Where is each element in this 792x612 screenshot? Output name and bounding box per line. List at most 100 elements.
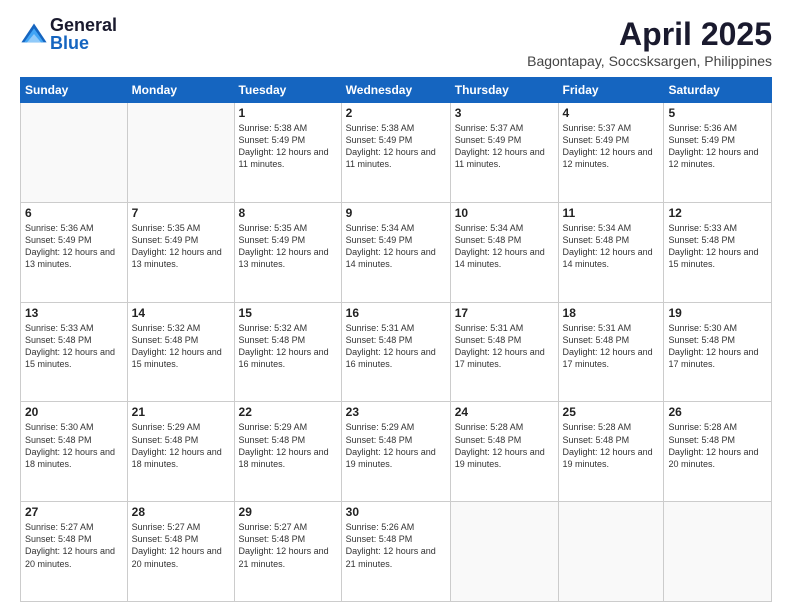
day-number: 6 [25, 206, 123, 220]
calendar-cell [127, 103, 234, 203]
month-title: April 2025 [527, 16, 772, 53]
day-info: Sunrise: 5:30 AM Sunset: 5:48 PM Dayligh… [25, 421, 123, 470]
page: General Blue April 2025 Bagontapay, Socc… [0, 0, 792, 612]
day-info: Sunrise: 5:30 AM Sunset: 5:48 PM Dayligh… [668, 322, 767, 371]
calendar-cell [450, 502, 558, 602]
day-info: Sunrise: 5:31 AM Sunset: 5:48 PM Dayligh… [455, 322, 554, 371]
calendar-cell: 22 Sunrise: 5:29 AM Sunset: 5:48 PM Dayli… [234, 402, 341, 502]
day-info: Sunrise: 5:35 AM Sunset: 5:49 PM Dayligh… [132, 222, 230, 271]
day-info: Sunrise: 5:32 AM Sunset: 5:48 PM Dayligh… [132, 322, 230, 371]
day-info: Sunrise: 5:35 AM Sunset: 5:49 PM Dayligh… [239, 222, 337, 271]
calendar-cell: 23 Sunrise: 5:29 AM Sunset: 5:48 PM Dayli… [341, 402, 450, 502]
day-info: Sunrise: 5:37 AM Sunset: 5:49 PM Dayligh… [455, 122, 554, 171]
day-info: Sunrise: 5:36 AM Sunset: 5:49 PM Dayligh… [25, 222, 123, 271]
day-number: 24 [455, 405, 554, 419]
col-monday: Monday [127, 78, 234, 103]
calendar-cell [664, 502, 772, 602]
logo-text: General Blue [50, 16, 117, 52]
header-row: Sunday Monday Tuesday Wednesday Thursday… [21, 78, 772, 103]
day-number: 15 [239, 306, 337, 320]
calendar-cell: 28Sunrise: 5:27 AM Sunset: 5:48 PM Dayli… [127, 502, 234, 602]
calendar-cell: 14 Sunrise: 5:32 AM Sunset: 5:48 PM Dayli… [127, 302, 234, 402]
calendar-week-2: 6 Sunrise: 5:36 AM Sunset: 5:49 PM Daylig… [21, 202, 772, 302]
day-info: Sunrise: 5:28 AM Sunset: 5:48 PM Dayligh… [455, 421, 554, 470]
calendar-cell: 20Sunrise: 5:30 AM Sunset: 5:48 PM Dayli… [21, 402, 128, 502]
day-info: Sunrise: 5:27 AM Sunset: 5:48 PM Dayligh… [25, 521, 123, 570]
calendar-cell [21, 103, 128, 203]
day-info: Sunrise: 5:29 AM Sunset: 5:48 PM Dayligh… [132, 421, 230, 470]
calendar-cell: 1 Sunrise: 5:38 AM Sunset: 5:49 PM Daylig… [234, 103, 341, 203]
day-number: 4 [563, 106, 660, 120]
day-number: 8 [239, 206, 337, 220]
day-number: 21 [132, 405, 230, 419]
day-info: Sunrise: 5:34 AM Sunset: 5:49 PM Dayligh… [346, 222, 446, 271]
col-sunday: Sunday [21, 78, 128, 103]
calendar-table: Sunday Monday Tuesday Wednesday Thursday… [20, 77, 772, 602]
calendar-cell: 30Sunrise: 5:26 AM Sunset: 5:48 PM Dayli… [341, 502, 450, 602]
day-info: Sunrise: 5:38 AM Sunset: 5:49 PM Dayligh… [239, 122, 337, 171]
col-wednesday: Wednesday [341, 78, 450, 103]
calendar-cell: 3 Sunrise: 5:37 AM Sunset: 5:49 PM Daylig… [450, 103, 558, 203]
calendar-cell: 10 Sunrise: 5:34 AM Sunset: 5:48 PM Dayli… [450, 202, 558, 302]
day-number: 28 [132, 505, 230, 519]
header: General Blue April 2025 Bagontapay, Socc… [20, 16, 772, 69]
day-number: 27 [25, 505, 123, 519]
calendar-week-3: 13Sunrise: 5:33 AM Sunset: 5:48 PM Dayli… [21, 302, 772, 402]
calendar-cell: 27 Sunrise: 5:27 AM Sunset: 5:48 PM Dayli… [21, 502, 128, 602]
calendar-cell: 9 Sunrise: 5:34 AM Sunset: 5:49 PM Daylig… [341, 202, 450, 302]
day-info: Sunrise: 5:26 AM Sunset: 5:48 PM Dayligh… [346, 521, 446, 570]
logo-general: General [50, 16, 117, 34]
day-info: Sunrise: 5:34 AM Sunset: 5:48 PM Dayligh… [563, 222, 660, 271]
day-info: Sunrise: 5:37 AM Sunset: 5:49 PM Dayligh… [563, 122, 660, 171]
day-info: Sunrise: 5:34 AM Sunset: 5:48 PM Dayligh… [455, 222, 554, 271]
day-number: 26 [668, 405, 767, 419]
col-friday: Friday [558, 78, 664, 103]
day-info: Sunrise: 5:31 AM Sunset: 5:48 PM Dayligh… [563, 322, 660, 371]
calendar-cell: 7Sunrise: 5:35 AM Sunset: 5:49 PM Daylig… [127, 202, 234, 302]
calendar-week-1: 1 Sunrise: 5:38 AM Sunset: 5:49 PM Daylig… [21, 103, 772, 203]
calendar-header: Sunday Monday Tuesday Wednesday Thursday… [21, 78, 772, 103]
calendar-cell: 17 Sunrise: 5:31 AM Sunset: 5:48 PM Dayli… [450, 302, 558, 402]
day-number: 5 [668, 106, 767, 120]
day-info: Sunrise: 5:36 AM Sunset: 5:49 PM Dayligh… [668, 122, 767, 171]
day-info: Sunrise: 5:31 AM Sunset: 5:48 PM Dayligh… [346, 322, 446, 371]
calendar-cell: 15 Sunrise: 5:32 AM Sunset: 5:48 PM Dayli… [234, 302, 341, 402]
title-section: April 2025 Bagontapay, Soccsksargen, Phi… [527, 16, 772, 69]
day-info: Sunrise: 5:29 AM Sunset: 5:48 PM Dayligh… [346, 421, 446, 470]
calendar-cell: 19Sunrise: 5:30 AM Sunset: 5:48 PM Dayli… [664, 302, 772, 402]
calendar-cell: 11Sunrise: 5:34 AM Sunset: 5:48 PM Dayli… [558, 202, 664, 302]
calendar-cell: 21 Sunrise: 5:29 AM Sunset: 5:48 PM Dayli… [127, 402, 234, 502]
calendar-cell: 8 Sunrise: 5:35 AM Sunset: 5:49 PM Daylig… [234, 202, 341, 302]
calendar-cell: 2 Sunrise: 5:38 AM Sunset: 5:49 PM Daylig… [341, 103, 450, 203]
day-number: 29 [239, 505, 337, 519]
day-number: 12 [668, 206, 767, 220]
day-info: Sunrise: 5:27 AM Sunset: 5:48 PM Dayligh… [239, 521, 337, 570]
calendar-week-4: 20Sunrise: 5:30 AM Sunset: 5:48 PM Dayli… [21, 402, 772, 502]
day-number: 23 [346, 405, 446, 419]
day-number: 18 [563, 306, 660, 320]
day-number: 1 [239, 106, 337, 120]
calendar-cell: 25 Sunrise: 5:28 AM Sunset: 5:48 PM Dayli… [558, 402, 664, 502]
day-info: Sunrise: 5:33 AM Sunset: 5:48 PM Dayligh… [25, 322, 123, 371]
logo-blue: Blue [50, 34, 117, 52]
day-number: 14 [132, 306, 230, 320]
day-info: Sunrise: 5:32 AM Sunset: 5:48 PM Dayligh… [239, 322, 337, 371]
col-tuesday: Tuesday [234, 78, 341, 103]
day-info: Sunrise: 5:28 AM Sunset: 5:48 PM Dayligh… [563, 421, 660, 470]
day-number: 17 [455, 306, 554, 320]
day-number: 9 [346, 206, 446, 220]
day-info: Sunrise: 5:38 AM Sunset: 5:49 PM Dayligh… [346, 122, 446, 171]
location-subtitle: Bagontapay, Soccsksargen, Philippines [527, 53, 772, 69]
day-info: Sunrise: 5:29 AM Sunset: 5:48 PM Dayligh… [239, 421, 337, 470]
calendar-cell: 12Sunrise: 5:33 AM Sunset: 5:48 PM Dayli… [664, 202, 772, 302]
day-number: 25 [563, 405, 660, 419]
calendar-cell: 6 Sunrise: 5:36 AM Sunset: 5:49 PM Daylig… [21, 202, 128, 302]
col-saturday: Saturday [664, 78, 772, 103]
day-number: 22 [239, 405, 337, 419]
calendar-cell: 26Sunrise: 5:28 AM Sunset: 5:48 PM Dayli… [664, 402, 772, 502]
day-number: 2 [346, 106, 446, 120]
calendar-cell: 24 Sunrise: 5:28 AM Sunset: 5:48 PM Dayli… [450, 402, 558, 502]
day-number: 3 [455, 106, 554, 120]
calendar-cell: 5 Sunrise: 5:36 AM Sunset: 5:49 PM Daylig… [664, 103, 772, 203]
day-number: 10 [455, 206, 554, 220]
